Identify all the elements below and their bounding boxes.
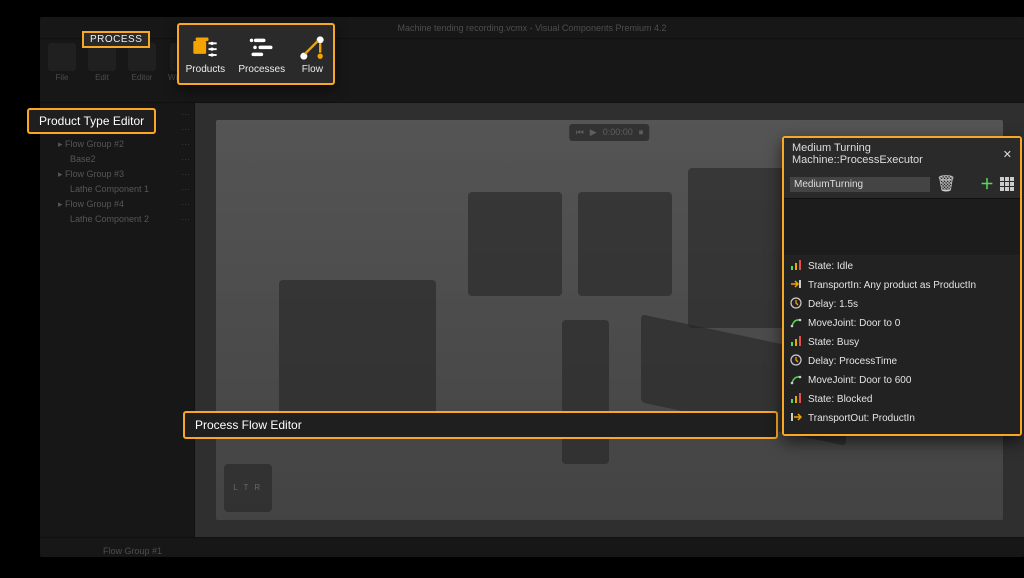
process-flow-editor-banner: Process Flow Editor xyxy=(183,411,778,439)
process-step[interactable]: State: Idle xyxy=(788,257,1016,276)
process-steps-list[interactable]: State: IdleTransportIn: Any product as P… xyxy=(784,255,1020,434)
out-icon xyxy=(790,411,802,426)
tree-item[interactable]: Base2⋯ xyxy=(40,152,194,167)
stop-icon[interactable]: ⏹ xyxy=(639,127,644,138)
delete-icon[interactable]: 🗑 xyxy=(936,174,956,194)
process-executor-title: Medium Turning Machine::ProcessExecutor xyxy=(792,142,1003,166)
processes-icon xyxy=(248,34,276,62)
playback-toolbar[interactable]: ⏮ ▶ 0:00:00 ⏹ xyxy=(570,124,650,141)
process-executor-spacer xyxy=(784,199,1020,255)
close-icon[interactable]: ✕ xyxy=(1003,148,1012,161)
grid-icon[interactable] xyxy=(1000,177,1014,191)
process-step[interactable]: State: Busy xyxy=(788,333,1016,352)
process-step[interactable]: MoveJoint: Door to 0 xyxy=(788,314,1016,333)
playback-time: 0:00:00 xyxy=(603,127,633,138)
state-icon xyxy=(790,259,802,274)
tree-item[interactable]: ▸ Flow Group #4⋯ xyxy=(40,197,194,212)
process-step[interactable]: State: Blocked xyxy=(788,390,1016,409)
processes-button[interactable]: Processes xyxy=(238,34,285,75)
tree-item[interactable]: ▸ Flow Group #3⋯ xyxy=(40,167,194,182)
move-icon xyxy=(790,373,802,388)
window-title: Machine tending recording.vcmx - Visual … xyxy=(398,23,667,33)
products-button[interactable]: Products xyxy=(186,34,225,75)
ribbon-tab-process[interactable]: PROCESS xyxy=(82,31,150,48)
delay-icon xyxy=(790,354,802,369)
flow-row-label: Flow Group #1 xyxy=(46,546,166,556)
process-name-input[interactable] xyxy=(790,177,930,192)
tree-item[interactable]: ▸ Flow Group #2⋯ xyxy=(40,137,194,152)
products-icon xyxy=(191,34,219,62)
process-tab-buttons: Products Processes Flow xyxy=(177,23,335,85)
add-step-button[interactable]: ＋ xyxy=(980,174,994,194)
flow-icon xyxy=(298,34,326,62)
process-step[interactable]: TransportOut: ProductIn xyxy=(788,409,1016,428)
play-icon[interactable]: ▶ xyxy=(590,127,597,138)
process-step[interactable]: Delay: 1.5s xyxy=(788,295,1016,314)
tree-item[interactable]: Lathe Component 2⋯ xyxy=(40,212,194,227)
product-type-editor-banner: Product Type Editor xyxy=(27,108,156,134)
rewind-icon[interactable]: ⏮ xyxy=(576,127,584,138)
process-executor-panel: Medium Turning Machine::ProcessExecutor … xyxy=(782,136,1022,436)
process-step[interactable]: Delay: ProcessTime xyxy=(788,352,1016,371)
move-icon xyxy=(790,316,802,331)
state-icon xyxy=(790,392,802,407)
state-icon xyxy=(790,335,802,350)
tree-item[interactable]: Lathe Component 1⋯ xyxy=(40,182,194,197)
process-step[interactable]: TransportIn: Any product as ProductIn xyxy=(788,276,1016,295)
flow-row: Flow Group #1 xyxy=(46,542,1018,557)
process-flow-editor[interactable]: Flow Group #1Base1◈ Feeder➔◈ ShelfBuffer… xyxy=(40,537,1024,557)
flow-button[interactable]: Flow xyxy=(298,34,326,75)
in-icon xyxy=(790,278,802,293)
process-step[interactable]: MoveJoint: Door to 600 xyxy=(788,371,1016,390)
delay-icon xyxy=(790,297,802,312)
nav-cube[interactable]: L T R xyxy=(224,464,272,512)
product-tree[interactable]: ▸ Flow Group #1⋯Base1⋯▸ Flow Group #2⋯Ba… xyxy=(40,103,195,537)
